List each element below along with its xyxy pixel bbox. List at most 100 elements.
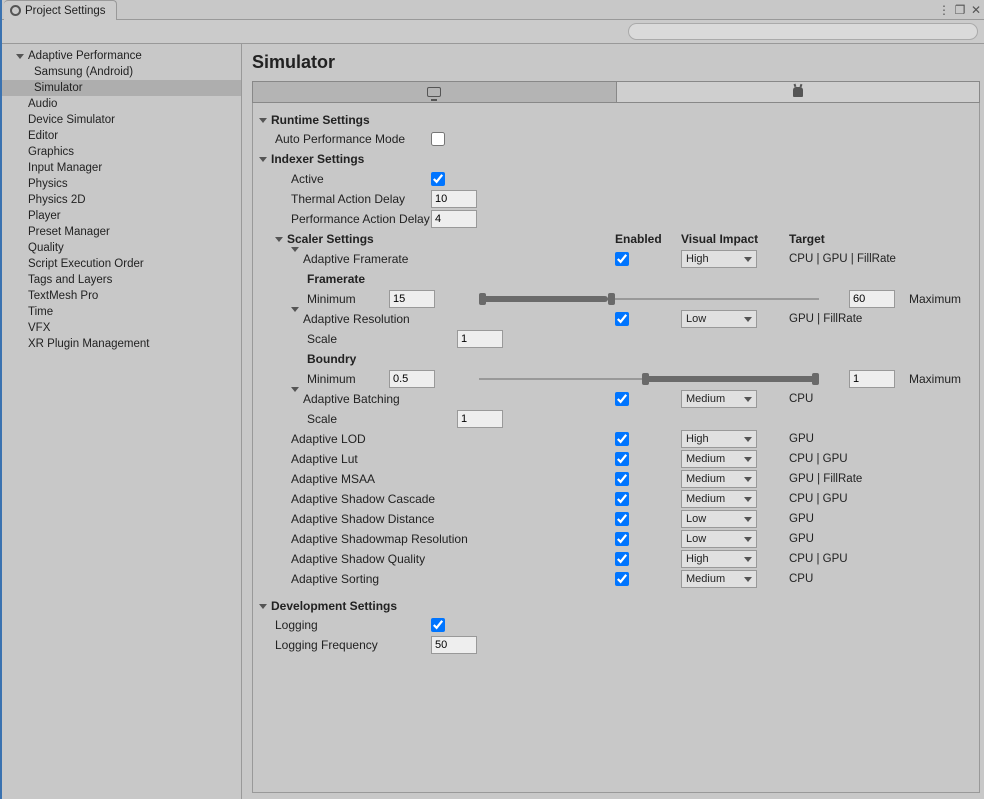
scaler-enabled-checkbox[interactable] xyxy=(615,432,629,446)
sidebar-item-graphics[interactable]: Graphics xyxy=(2,144,241,160)
chevron-down-icon xyxy=(744,257,752,262)
chevron-down-icon xyxy=(259,118,267,123)
sidebar-item-editor[interactable]: Editor xyxy=(2,128,241,144)
sidebar-item-preset-manager[interactable]: Preset Manager xyxy=(2,224,241,240)
scaler-visual-select[interactable]: Medium xyxy=(681,470,757,488)
chevron-down-icon xyxy=(16,54,24,59)
thermal-delay-input[interactable] xyxy=(431,190,477,208)
tab-android[interactable] xyxy=(617,82,980,102)
sidebar-item-adaptive-performance[interactable]: Adaptive Performance xyxy=(2,48,241,64)
resolution-boundary-subheader: Boundry xyxy=(259,352,431,366)
auto-perf-mode-row: Auto Performance Mode xyxy=(259,129,969,149)
framerate-min-input[interactable] xyxy=(389,290,435,308)
batching-scale-label: Scale xyxy=(259,412,419,426)
adaptive-resolution-foldout[interactable]: Adaptive Resolution xyxy=(291,312,410,326)
adaptive-batching-enabled[interactable] xyxy=(615,392,629,406)
scaler-label: Adaptive MSAA xyxy=(291,472,375,486)
chevron-down-icon xyxy=(259,157,267,162)
auto-perf-mode-checkbox[interactable] xyxy=(431,132,445,146)
chevron-down-icon xyxy=(291,247,299,266)
framerate-max-input[interactable] xyxy=(849,290,895,308)
scaler-label: Adaptive Lut xyxy=(291,452,358,466)
sidebar-item-simulator[interactable]: Simulator xyxy=(2,80,241,96)
sidebar-item-physics-2d[interactable]: Physics 2D xyxy=(2,192,241,208)
scaler-visual-select[interactable]: Medium xyxy=(681,570,757,588)
scaler-label: Adaptive Shadow Distance xyxy=(291,512,434,526)
logging-checkbox[interactable] xyxy=(431,618,445,632)
sidebar-item-label: Script Execution Order xyxy=(28,258,144,270)
sidebar-item-physics[interactable]: Physics xyxy=(2,176,241,192)
scaler-enabled-checkbox[interactable] xyxy=(615,512,629,526)
indexer-active-checkbox[interactable] xyxy=(431,172,445,186)
adaptive-framerate-enabled[interactable] xyxy=(615,252,629,266)
sidebar-item-player[interactable]: Player xyxy=(2,208,241,224)
slider-handle-min[interactable] xyxy=(479,293,486,305)
chevron-down-icon xyxy=(744,397,752,402)
popout-button[interactable]: ❐ xyxy=(952,3,968,17)
runtime-settings-header[interactable]: Runtime Settings xyxy=(259,111,969,129)
scaler-enabled-checkbox[interactable] xyxy=(615,452,629,466)
adaptive-batching-foldout[interactable]: Adaptive Batching xyxy=(291,392,400,406)
chevron-down-icon xyxy=(744,457,752,462)
sidebar-item-input-manager[interactable]: Input Manager xyxy=(2,160,241,176)
chevron-down-icon xyxy=(744,517,752,522)
resolution-slider[interactable] xyxy=(479,371,819,387)
sidebar-item-xr-plugin-management[interactable]: XR Plugin Management xyxy=(2,336,241,352)
perf-delay-label: Performance Action Delay xyxy=(259,212,431,226)
batching-scale-input[interactable] xyxy=(457,410,503,428)
sidebar-item-label: Graphics xyxy=(28,146,74,158)
search-input[interactable] xyxy=(628,23,978,40)
sidebar-item-audio[interactable]: Audio xyxy=(2,96,241,112)
chevron-down-icon xyxy=(744,557,752,562)
sidebar-item-textmesh-pro[interactable]: TextMesh Pro xyxy=(2,288,241,304)
scaler-visual-select[interactable]: High xyxy=(681,550,757,568)
logging-freq-label: Logging Frequency xyxy=(259,638,431,652)
scaler-settings-header[interactable]: Scaler Settings xyxy=(275,230,374,248)
scaler-enabled-checkbox[interactable] xyxy=(615,552,629,566)
scaler-enabled-checkbox[interactable] xyxy=(615,472,629,486)
scaler-target: GPU xyxy=(789,513,969,525)
resolution-scale-input[interactable] xyxy=(457,330,503,348)
adaptive-resolution-visual[interactable]: Low xyxy=(681,310,757,328)
sidebar-item-time[interactable]: Time xyxy=(2,304,241,320)
monitor-icon xyxy=(427,87,441,97)
scaler-label: Adaptive LOD xyxy=(291,432,366,446)
sidebar-item-quality[interactable]: Quality xyxy=(2,240,241,256)
sidebar-item-device-simulator[interactable]: Device Simulator xyxy=(2,112,241,128)
sidebar-item-samsung-android-[interactable]: Samsung (Android) xyxy=(2,64,241,80)
perf-delay-input[interactable] xyxy=(431,210,477,228)
more-button[interactable]: ⋮ xyxy=(936,3,952,17)
slider-handle-max[interactable] xyxy=(608,293,615,305)
sidebar-item-label: Player xyxy=(28,210,61,222)
sidebar-item-label: Editor xyxy=(28,130,58,142)
close-button[interactable]: ✕ xyxy=(968,3,984,17)
development-settings-header[interactable]: Development Settings xyxy=(259,597,969,615)
sidebar-item-tags-and-layers[interactable]: Tags and Layers xyxy=(2,272,241,288)
sidebar-item-vfx[interactable]: VFX xyxy=(2,320,241,336)
framerate-slider[interactable] xyxy=(479,291,819,307)
scaler-enabled-checkbox[interactable] xyxy=(615,532,629,546)
slider-handle-min[interactable] xyxy=(642,373,649,385)
sidebar-item-label: VFX xyxy=(28,322,50,334)
chevron-down-icon xyxy=(291,307,299,326)
tab-desktop[interactable] xyxy=(253,82,617,102)
scaler-visual-select[interactable]: Medium xyxy=(681,450,757,468)
adaptive-framerate-foldout[interactable]: Adaptive Framerate xyxy=(291,252,408,266)
indexer-settings-header[interactable]: Indexer Settings xyxy=(259,150,364,168)
adaptive-resolution-enabled[interactable] xyxy=(615,312,629,326)
scaler-visual-select[interactable]: Low xyxy=(681,510,757,528)
resolution-min-input[interactable] xyxy=(389,370,435,388)
sidebar-item-script-execution-order[interactable]: Script Execution Order xyxy=(2,256,241,272)
slider-handle-max[interactable] xyxy=(812,373,819,385)
scaler-enabled-checkbox[interactable] xyxy=(615,492,629,506)
scaler-visual-select[interactable]: High xyxy=(681,430,757,448)
adaptive-batching-visual[interactable]: Medium xyxy=(681,390,757,408)
scaler-label: Adaptive Shadow Cascade xyxy=(291,492,435,506)
resolution-max-input[interactable] xyxy=(849,370,895,388)
window-tab[interactable]: Project Settings xyxy=(4,0,117,20)
logging-freq-input[interactable] xyxy=(431,636,477,654)
adaptive-framerate-visual[interactable]: High xyxy=(681,250,757,268)
scaler-visual-select[interactable]: Medium xyxy=(681,490,757,508)
scaler-visual-select[interactable]: Low xyxy=(681,530,757,548)
scaler-enabled-checkbox[interactable] xyxy=(615,572,629,586)
